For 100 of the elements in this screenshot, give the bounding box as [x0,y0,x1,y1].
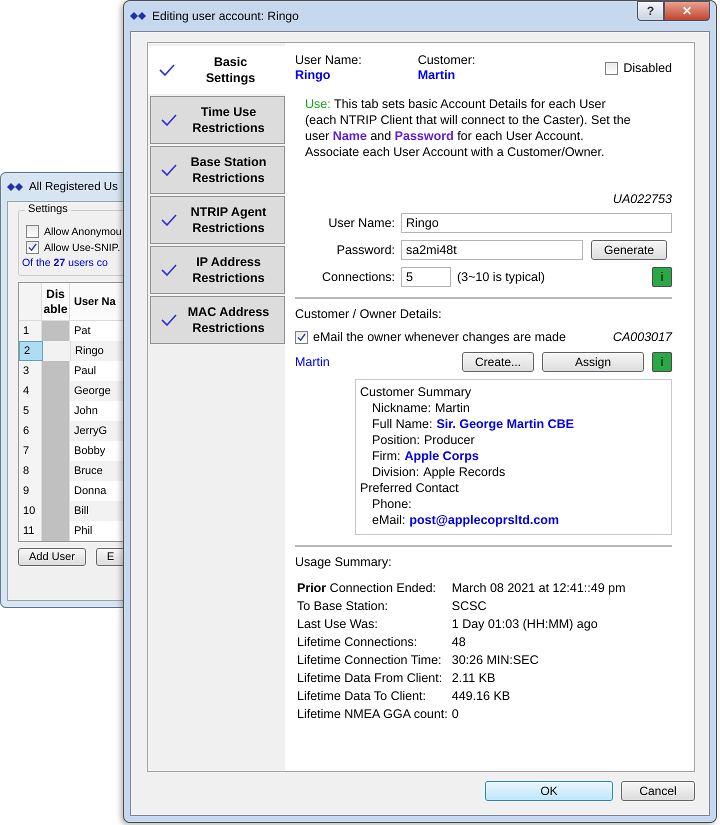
checkmark-icon [161,164,177,176]
generate-button[interactable]: Generate [591,240,668,260]
table-cell-text: Phil [73,524,94,539]
usage-value: 1 Day 01:03 (HH:MM) ago [452,616,599,633]
summary-label: Position: [372,432,420,448]
table-cell-text: George [73,384,112,399]
checkbox[interactable] [26,225,39,238]
tab[interactable]: NTRIP Agent Restrictions [150,196,285,244]
summary-value: Producer [424,432,475,448]
field-label: Connections: [321,270,395,284]
customer-button[interactable]: Create... [462,352,534,372]
checkmark-icon [159,64,175,76]
email-checkbox[interactable] [295,330,308,344]
usage-value: 0 [452,706,460,723]
window-title: All Registered Us [29,181,118,193]
row-number[interactable]: 7 [19,441,42,461]
usage-label: Lifetime Connections: [297,634,418,651]
usage-label: Lifetime Connection Time: [297,652,443,669]
diamonds-icon [130,11,146,21]
summary-label: Firm: [372,448,400,464]
checkbox[interactable] [26,241,39,254]
usage-label: Last Use Was: [297,616,379,633]
table-cell-text: Pat [73,324,92,339]
toolbar-button[interactable]: Add User [18,548,86,566]
row-number[interactable]: 1 [19,321,42,341]
usage-value: SCSC [452,598,488,615]
tab[interactable]: IP Address Restrictions [150,246,285,294]
users-count-text: Of the 27 users co [22,257,108,269]
summary-value: Martin [435,400,470,416]
field-label: User Name: [327,216,395,230]
group-title: Settings [25,203,71,215]
summary-label: Full Name: [372,416,432,432]
header-label: Customer: [418,53,476,67]
table-cell-text: Bobby [73,444,106,459]
summary-value: Sir. George Martin CBE [436,416,574,432]
summary-value: Apple Corps [404,448,479,464]
dialog-button[interactable]: Cancel [621,781,695,801]
dialog-button[interactable]: OK [485,781,613,801]
checkbox-label: eMail the owner whenever changes are made [313,330,566,344]
table-header: Dis able [42,283,70,320]
field-label: Password: [336,243,395,257]
summary-heading: Preferred Contact [360,480,460,496]
table-cell-text: JerryG [73,424,108,439]
table-cell-text: Ringo [74,344,105,359]
row-number[interactable]: 9 [19,481,42,501]
section-title: Customer / Owner Details: [295,307,443,321]
tab[interactable]: Base Station Restrictions [150,146,285,194]
usage-label: To Base Station: [297,598,390,615]
tab[interactable]: MAC Address Restrictions [150,296,285,344]
table-cell-text: John [73,404,99,419]
summary-label: Nickname: [372,400,432,416]
usage-label: Lifetime NMEA GGA count: [297,706,448,723]
usage-label: Prior Connection Ended: [297,580,437,597]
table-cell-text: Bill [73,504,90,519]
checkmark-icon [161,314,177,326]
row-number[interactable]: 2 [19,341,43,361]
summary-label: eMail: [372,512,406,528]
checkbox-label: Allow Anonymou [44,226,122,238]
usage-value: 48 [452,634,467,651]
row-number[interactable]: 11 [19,521,42,541]
disable-cell [42,361,70,381]
header-value: Ringo [295,68,332,82]
disable-cell [42,521,70,541]
checkbox-label: Allow Use-SNIP. [44,242,120,254]
summary-value: Apple Records [423,464,506,480]
table-header: User Na [73,294,117,310]
password-field[interactable]: sa2mi48t [401,240,583,260]
customer-link[interactable]: Martin [295,355,330,369]
usage-value: 30:26 MIN:SEC [452,652,540,669]
table-cell-text: Bruce [73,464,104,479]
checkbox-label: Disabled [623,61,672,75]
info-button[interactable]: i [652,267,672,287]
window-title: Editing user account: Ringo [152,9,299,23]
tab[interactable]: Basic Settings [148,46,285,94]
row-number[interactable]: 5 [19,401,42,421]
toolbar-button[interactable]: E [96,548,126,566]
header-value: Martin [418,68,456,82]
section-title: Usage Summary: [295,555,393,569]
username-field[interactable]: Ringo [401,213,672,233]
info-button[interactable]: i [652,352,672,372]
customer-id: CA003017 [612,330,672,344]
help-button[interactable]: ? [637,1,664,21]
table-cell-text: Paul [73,364,98,379]
usage-value: 449.16 KB [452,688,512,705]
checkmark-icon [161,264,177,276]
summary-heading: Customer Summary [360,384,472,400]
diamonds-icon [7,182,23,192]
usage-label: Lifetime Data To Client: [297,688,427,705]
usage-value: March 08 2021 at 12:41::49 pm [452,580,626,597]
hint-text: (3~10 is typical) [457,270,546,284]
checkmark-icon [161,214,177,226]
connections-field[interactable]: 5 [401,267,451,287]
summary-label: Phone: [372,496,412,512]
table-cell-text: Donna [73,484,108,499]
tab[interactable]: Time Use Restrictions [150,96,285,144]
usage-value: 2.11 KB [452,670,496,687]
row-number[interactable]: 3 [19,361,42,381]
customer-button[interactable]: Assign [542,352,644,372]
summary-label: Division: [372,464,420,480]
summary-value: post@applecoprsltd.com [409,512,560,528]
